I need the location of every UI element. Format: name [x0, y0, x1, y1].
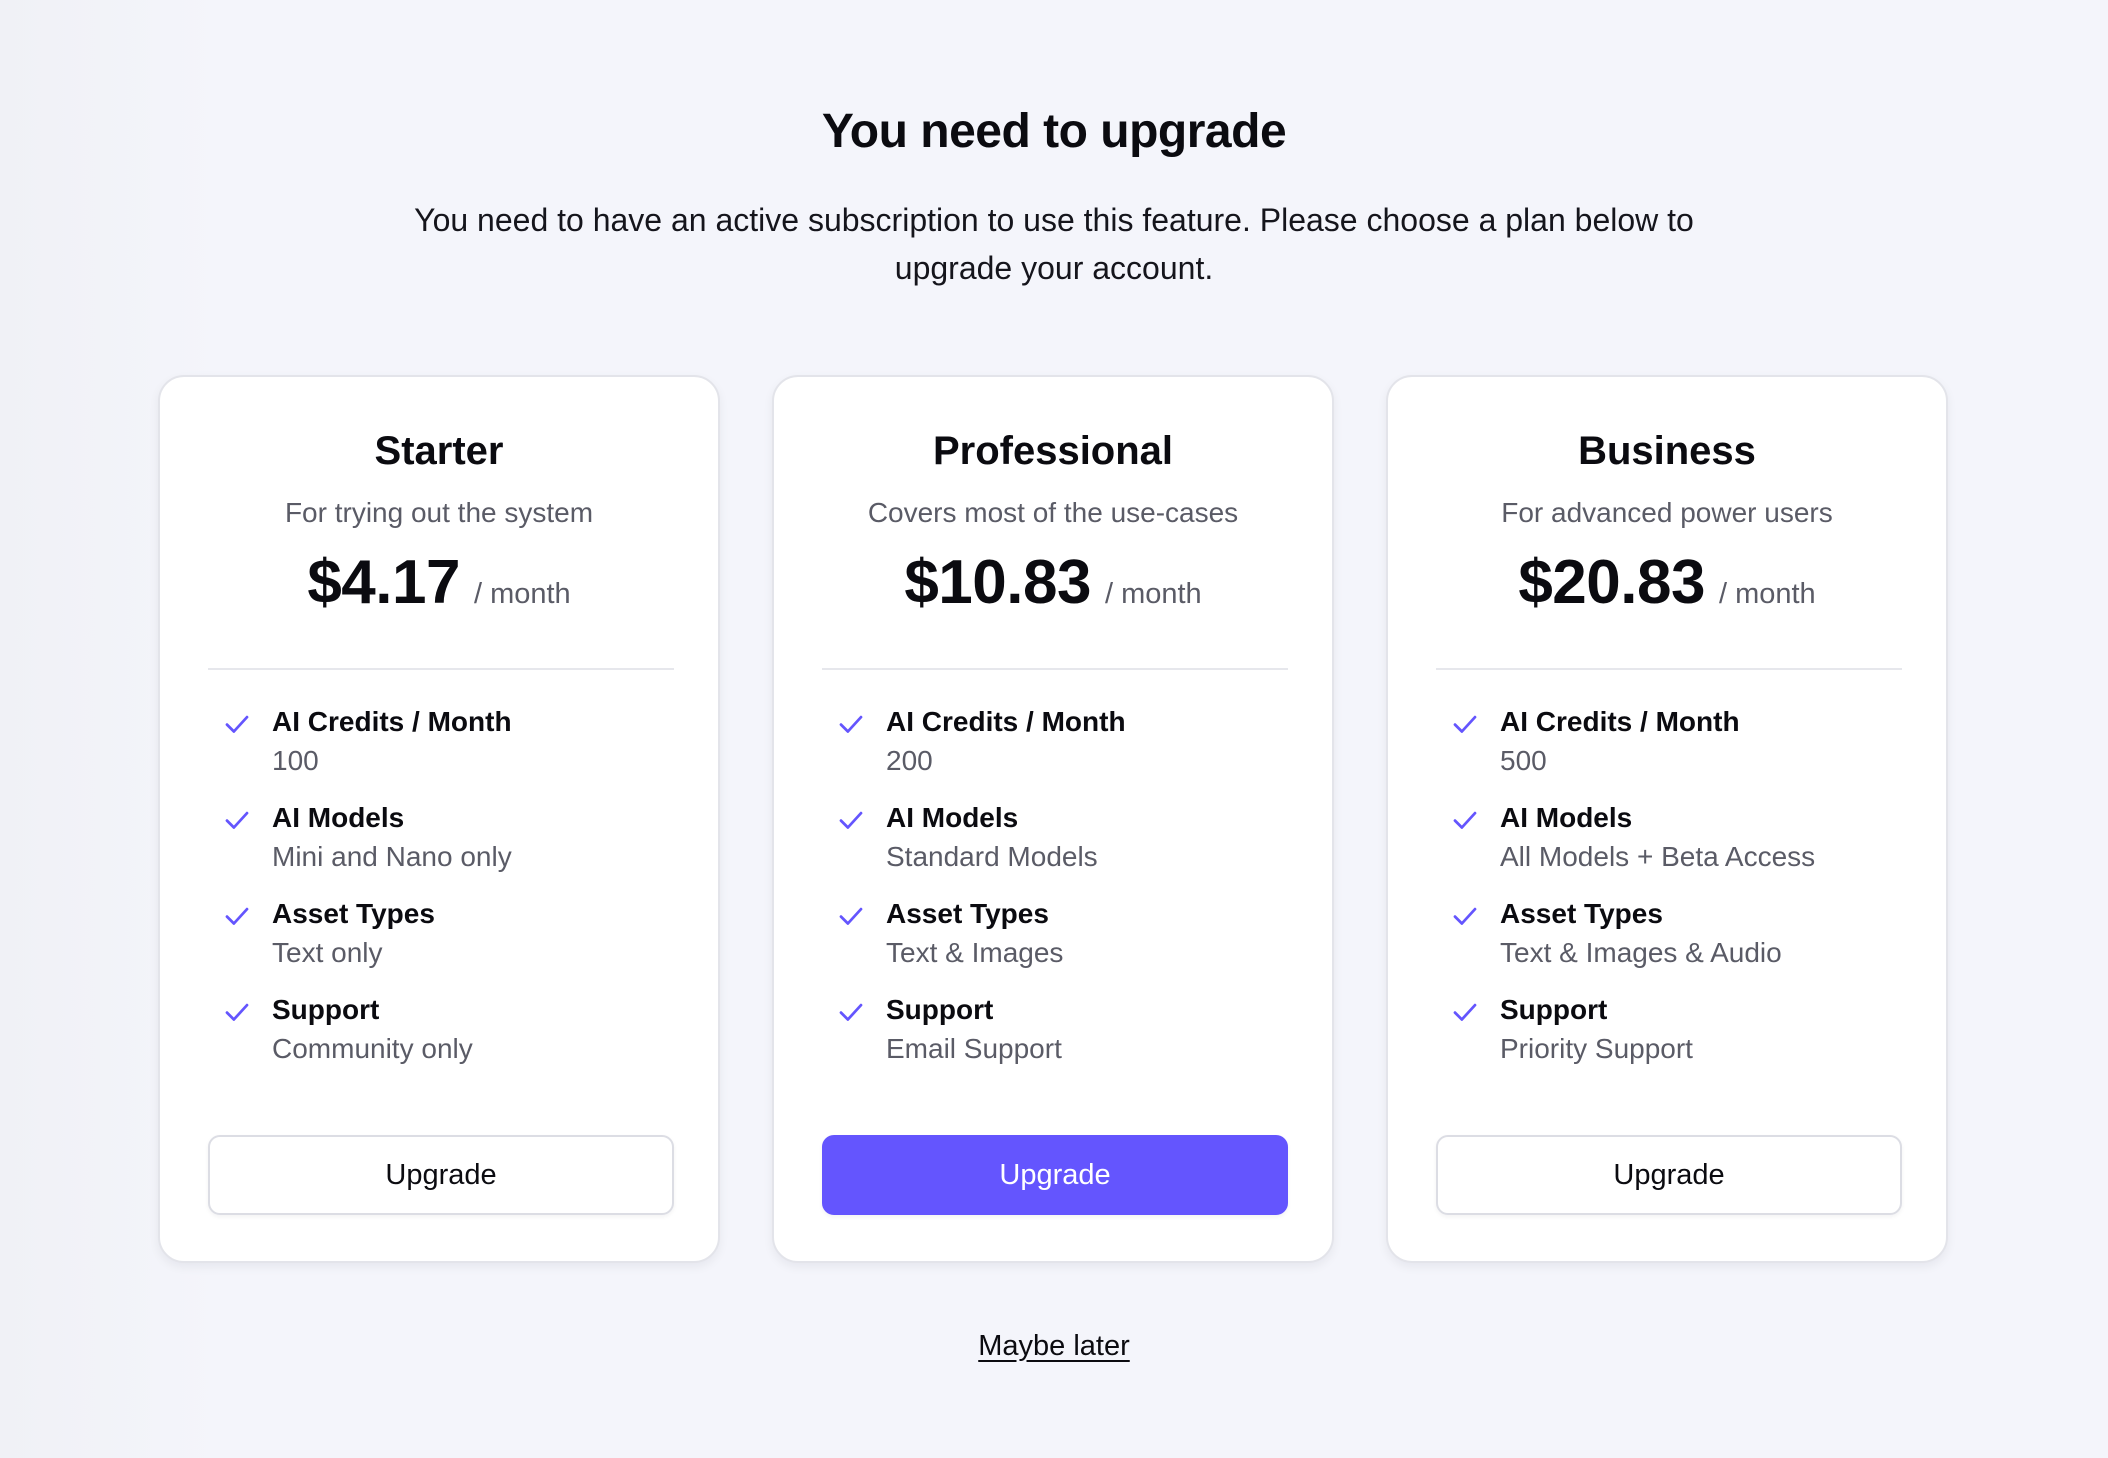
plan-period: / month: [1718, 578, 1816, 610]
plan-period: / month: [473, 578, 571, 610]
feature-name: Asset Types: [1500, 898, 1663, 929]
feature-name: AI Credits / Month: [272, 706, 512, 737]
plan-card-starter: Starter For trying out the system $4.17 /…: [158, 375, 720, 1263]
upgrade-button-business[interactable]: Upgrade: [1436, 1135, 1902, 1215]
feature-item: Support Community only: [222, 991, 692, 1087]
plan-description: For trying out the system: [284, 497, 594, 528]
feature-value: 500: [1500, 745, 1547, 776]
check-icon: [225, 715, 249, 733]
check-icon: [839, 715, 863, 733]
feature-item: AI Models Standard Models: [836, 799, 1306, 895]
feature-item: Asset Types Text only: [222, 895, 692, 991]
feature-value: Priority Support: [1500, 1033, 1693, 1064]
feature-name: AI Models: [886, 802, 1019, 833]
feature-list: AI Credits / Month 200 AI Models Standar…: [836, 703, 1306, 1087]
plan-name: Starter: [374, 429, 504, 473]
plan-name: Business: [1578, 429, 1756, 473]
check-icon: [839, 907, 863, 925]
plan-price-row: $20.83 / month: [1388, 547, 1946, 618]
feature-value: Text & Images & Audio: [1500, 937, 1782, 968]
feature-list: AI Credits / Month 100 AI Models Mini an…: [222, 703, 692, 1087]
feature-value: 200: [886, 745, 933, 776]
feature-value: Text & Images: [886, 937, 1064, 968]
check-icon: [225, 907, 249, 925]
divider: [1436, 668, 1902, 670]
feature-item: Support Email Support: [836, 991, 1306, 1087]
feature-item: AI Credits / Month 100: [222, 703, 692, 799]
check-icon: [839, 811, 863, 829]
plan-price-row: $4.17 / month: [160, 547, 718, 618]
plan-description: For advanced power users: [1501, 497, 1833, 528]
feature-value: Email Support: [886, 1033, 1062, 1064]
plan-description: Covers most of the use-cases: [867, 497, 1239, 528]
feature-value: Standard Models: [886, 841, 1098, 872]
feature-name: AI Models: [272, 802, 405, 833]
upgrade-page: You need to upgrade You need to have an …: [0, 0, 2108, 1458]
feature-name: AI Credits / Month: [1500, 706, 1740, 737]
feature-value: Mini and Nano only: [272, 841, 512, 872]
page-title: You need to upgrade: [821, 105, 1287, 158]
check-icon: [1453, 1003, 1477, 1021]
divider: [208, 668, 674, 670]
check-icon: [225, 811, 249, 829]
feature-item: Support Priority Support: [1450, 991, 1920, 1087]
feature-value: Community only: [272, 1033, 473, 1064]
pricing-plans: Starter For trying out the system $4.17 /…: [158, 375, 1950, 1265]
maybe-later-container: Maybe later: [0, 1330, 2108, 1363]
plan-price: $4.17: [307, 548, 460, 617]
feature-value: 100: [272, 745, 319, 776]
plan-period: / month: [1104, 578, 1202, 610]
feature-value: All Models + Beta Access: [1500, 841, 1816, 872]
plan-price-row: $10.83 / month: [774, 547, 1332, 618]
plan-card-business: Business For advanced power users $20.83…: [1386, 375, 1948, 1263]
maybe-later-link[interactable]: Maybe later: [978, 1330, 1130, 1362]
feature-item: Asset Types Text & Images: [836, 895, 1306, 991]
upgrade-button-professional[interactable]: Upgrade: [822, 1135, 1288, 1215]
upgrade-button-starter[interactable]: Upgrade: [208, 1135, 674, 1215]
feature-item: AI Models Mini and Nano only: [222, 799, 692, 895]
check-icon: [225, 1003, 249, 1021]
check-icon: [1453, 907, 1477, 925]
feature-name: Support: [272, 994, 380, 1025]
feature-value: Text only: [272, 937, 383, 968]
feature-item: Asset Types Text & Images & Audio: [1450, 895, 1920, 991]
page-subtitle: You need to have an active subscription …: [414, 202, 1694, 286]
check-icon: [1453, 715, 1477, 733]
feature-name: Asset Types: [272, 898, 435, 929]
plan-name: Professional: [932, 429, 1174, 473]
divider: [822, 668, 1288, 670]
feature-name: AI Models: [1500, 802, 1633, 833]
plan-card-professional: Professional Covers most of the use-case…: [772, 375, 1334, 1263]
feature-list: AI Credits / Month 500 AI Models All Mod…: [1450, 703, 1920, 1087]
feature-name: Support: [886, 994, 994, 1025]
feature-name: Asset Types: [886, 898, 1049, 929]
feature-name: AI Credits / Month: [886, 706, 1126, 737]
feature-item: AI Credits / Month 200: [836, 703, 1306, 799]
plan-price: $20.83: [1518, 548, 1705, 617]
feature-item: AI Models All Models + Beta Access: [1450, 799, 1920, 895]
check-icon: [1453, 811, 1477, 829]
feature-item: AI Credits / Month 500: [1450, 703, 1920, 799]
feature-name: Support: [1500, 994, 1608, 1025]
plan-price: $10.83: [904, 548, 1091, 617]
check-icon: [839, 1003, 863, 1021]
